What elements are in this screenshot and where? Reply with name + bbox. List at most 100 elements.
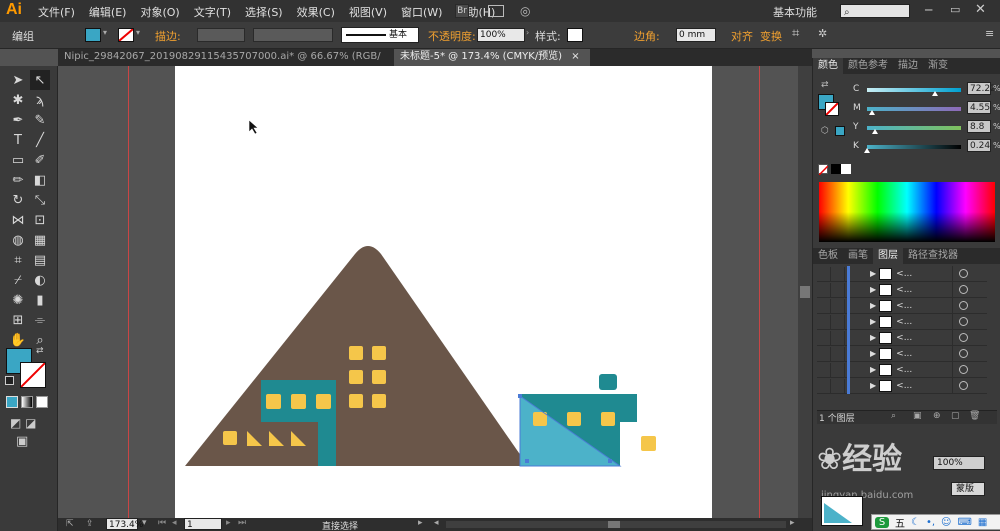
none-mode-icon[interactable] (36, 396, 48, 408)
drawing-mode-icon[interactable]: ◩ ◪ (10, 416, 37, 430)
canvas-area[interactable] (58, 66, 798, 518)
rectangle-tool-icon[interactable]: ▭ (8, 150, 28, 170)
line-tool-icon[interactable]: ╱ (30, 130, 50, 150)
color-mode-icon[interactable] (6, 396, 18, 408)
pencil-tool-icon[interactable]: ✏ (8, 170, 28, 190)
tab-color[interactable]: 颜色 (813, 58, 843, 74)
menu-view[interactable]: 视图(V) (349, 4, 387, 20)
ime-logo-icon[interactable]: S (875, 516, 889, 528)
width-tool-icon[interactable]: ⋈ (8, 210, 28, 230)
vertical-scrollbar[interactable] (798, 66, 812, 518)
expand-icon[interactable]: ▶ (870, 365, 876, 374)
target-icon[interactable] (959, 269, 969, 278)
artboard[interactable] (175, 66, 712, 518)
expand-icon[interactable]: ▶ (870, 349, 876, 358)
layer-row[interactable]: ▶ <... (817, 313, 987, 330)
tab-gradient[interactable]: 渐变 (923, 58, 953, 74)
lock-toggle[interactable] (831, 362, 845, 377)
target-icon[interactable] (959, 333, 969, 342)
paintbrush-tool-icon[interactable]: ✐ (30, 150, 50, 170)
align-link[interactable]: 对齐 (731, 28, 753, 44)
brush-definition-dropdown[interactable]: 基本 (341, 27, 419, 43)
horizontal-scrollbar[interactable] (446, 521, 786, 528)
swap-colors-icon[interactable]: ⇄ (36, 346, 44, 356)
lock-toggle[interactable] (831, 314, 845, 329)
channel-slider[interactable] (867, 107, 961, 111)
layer-name[interactable]: <... (896, 269, 952, 279)
layer-name[interactable]: <... (896, 349, 952, 359)
visibility-toggle[interactable] (817, 314, 831, 329)
search-input[interactable]: ⌕ (840, 4, 910, 18)
gradient-tool-icon[interactable]: ▤ (30, 250, 50, 270)
target-icon[interactable] (959, 317, 969, 326)
tab-color-guide[interactable]: 颜色参考 (843, 58, 893, 74)
layer-row[interactable]: ▶ <... (817, 345, 987, 362)
type-tool-icon[interactable]: T (8, 130, 28, 150)
target-icon[interactable] (959, 301, 969, 310)
target-icon[interactable] (959, 381, 969, 390)
page-input[interactable]: 1 (184, 518, 222, 530)
anchor-point[interactable] (608, 459, 612, 463)
lock-toggle[interactable] (831, 282, 845, 297)
emoji-icon[interactable]: ☺ (941, 517, 951, 528)
status-menu-icon[interactable]: ▸ (418, 518, 423, 528)
lasso-tool-icon[interactable]: ϡ (30, 90, 50, 110)
channel-slider[interactable] (867, 88, 961, 92)
artwork[interactable] (175, 66, 712, 518)
last-page-icon[interactable]: ⏭ (238, 518, 246, 528)
layer-row[interactable]: ▶ <... (817, 377, 987, 394)
layer-row[interactable]: ▶ <... (817, 297, 987, 314)
pen-tool-icon[interactable]: ✒ (8, 110, 28, 130)
channel-slider[interactable] (867, 145, 961, 149)
mask-thumbnail[interactable] (821, 496, 863, 526)
tab-nipic-document[interactable]: Nipic_29842067_20190829115435707000.ai* … (58, 49, 390, 78)
tab-stroke[interactable]: 描边 (893, 58, 923, 74)
color-swap-icon[interactable]: ⇄ (821, 80, 829, 90)
expand-icon[interactable]: ▶ (870, 301, 876, 310)
layer-row[interactable]: ▶ <... (817, 361, 987, 378)
hand-tool-icon[interactable]: ✋ (8, 330, 28, 350)
opacity-dropdown-icon[interactable]: › (526, 28, 529, 37)
tab-close-icon[interactable]: × (571, 51, 579, 62)
fill-swatch[interactable] (85, 28, 101, 42)
visibility-toggle[interactable] (817, 346, 831, 361)
free-transform-tool-icon[interactable]: ⊡ (30, 210, 50, 230)
prev-page-icon[interactable]: ◂ (172, 518, 177, 528)
keyboard-icon[interactable]: ⌨ (957, 517, 971, 528)
channel-value-input[interactable]: 8.8 (967, 120, 991, 133)
scroll-right-icon[interactable]: ▸ (790, 518, 795, 528)
rotate-tool-icon[interactable]: ↻ (8, 190, 28, 210)
stroke-color-box[interactable] (20, 362, 46, 388)
transform-link[interactable]: 变换 (760, 28, 782, 44)
punctuation-icon[interactable]: •, (926, 517, 935, 528)
stroke-swatch[interactable] (118, 28, 134, 42)
lock-toggle[interactable] (831, 378, 845, 393)
mask-button[interactable]: 蒙版 (951, 482, 985, 496)
lock-toggle[interactable] (831, 330, 845, 345)
new-sublayer-icon[interactable]: ⊕ (933, 411, 941, 421)
variable-width-dropdown[interactable] (253, 28, 333, 42)
next-page-icon[interactable]: ▸ (226, 518, 231, 528)
menu-file[interactable]: 文件(F) (38, 4, 75, 20)
slider-knob[interactable] (872, 129, 879, 134)
shape-builder-tool-icon[interactable]: ◍ (8, 230, 28, 250)
target-icon[interactable] (959, 285, 969, 294)
target-icon[interactable] (959, 365, 969, 374)
selection-tool-icon[interactable]: ➤ (8, 70, 28, 90)
stroke-weight-dropdown[interactable] (197, 28, 245, 42)
first-page-icon[interactable]: ⏮ (158, 518, 166, 528)
out-of-gamut-icon[interactable]: ⬡ (821, 126, 829, 136)
blend-tool-icon[interactable]: ◐ (30, 270, 50, 290)
scroll-left-icon[interactable]: ◂ (434, 518, 439, 528)
chimney[interactable] (599, 374, 617, 390)
menu-effect[interactable]: 效果(C) (297, 4, 335, 20)
fill-dropdown-icon[interactable]: ▾ (103, 28, 107, 37)
layer-name[interactable]: <... (896, 285, 952, 295)
channel-value-input[interactable]: 0.24 (967, 139, 991, 152)
perspective-grid-tool-icon[interactable]: ▦ (30, 230, 50, 250)
workspace-switcher[interactable]: 基本功能 (773, 4, 817, 20)
mesh-tool-icon[interactable]: ⌗ (8, 250, 28, 270)
corner-radius-input[interactable]: 0 mm (676, 28, 716, 42)
percent-field[interactable]: 100% (933, 456, 985, 470)
visibility-toggle[interactable] (817, 378, 831, 393)
